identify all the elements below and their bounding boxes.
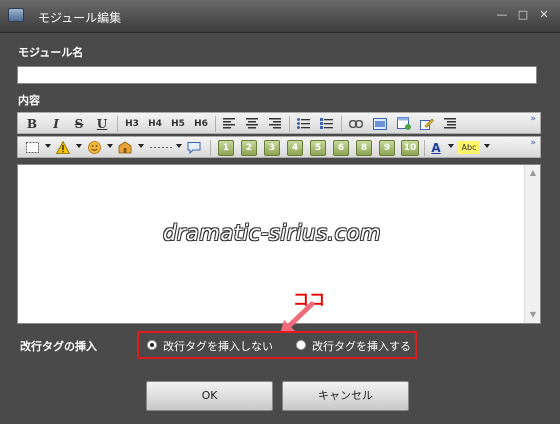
toolbar-divider [117, 116, 118, 132]
numbered-list-icon[interactable] [318, 115, 334, 132]
heading-number-button-5[interactable]: 5 [310, 140, 326, 156]
h6-button[interactable]: H6 [191, 115, 211, 132]
line-break-label: 改行タグの挿入 [20, 340, 97, 353]
highlight-color-icon[interactable]: Abc [458, 141, 480, 154]
font-color-icon[interactable]: A [429, 139, 443, 156]
emoji-icon[interactable] [86, 139, 102, 156]
heading-number-button-10[interactable]: 10 [401, 140, 419, 156]
heading-number-button-6[interactable]: 6 [333, 140, 349, 156]
h3-button[interactable]: H3 [122, 115, 142, 132]
editor-scrollbar[interactable]: ▲ ▼ [524, 165, 540, 323]
edit-pencil-icon[interactable] [418, 115, 436, 132]
toolbar-overflow-chevron-icon[interactable]: » [530, 138, 536, 148]
border-box-icon[interactable] [24, 139, 40, 156]
bold-button[interactable]: B [24, 115, 40, 132]
title-bar: モジュール編集 — □ ✕ [0, 0, 560, 33]
toolbar-overflow-chevron-icon[interactable]: » [530, 114, 536, 124]
editor-toolbar-row-2: 1 2 3 4 5 6 8 9 10 A Abc » [17, 136, 541, 158]
content-label: 内容 [18, 94, 40, 107]
align-right-icon[interactable] [267, 115, 283, 132]
watermark-text: dramatic-sirius.com [163, 221, 381, 245]
insert-table-icon[interactable] [395, 115, 413, 132]
image-icon[interactable] [371, 115, 389, 132]
heading-number-button-9[interactable]: 9 [379, 140, 395, 156]
horizontal-rule-icon[interactable] [148, 139, 174, 156]
building-icon[interactable] [117, 139, 133, 156]
chevron-down-icon[interactable] [45, 144, 51, 148]
heading-number-button-4[interactable]: 4 [287, 140, 303, 156]
chevron-down-icon[interactable] [484, 144, 490, 148]
speech-bubble-icon[interactable] [186, 139, 202, 156]
line-break-radio-group: 改行タグを挿入しない 改行タグを挿入する [137, 331, 417, 359]
underline-button[interactable]: U [94, 115, 110, 132]
align-left-icon[interactable] [221, 115, 237, 132]
maximize-button[interactable]: □ [517, 9, 529, 21]
close-button[interactable]: ✕ [538, 9, 550, 21]
scroll-down-icon[interactable]: ▼ [525, 309, 541, 321]
module-name-label: モジュール名 [18, 46, 84, 59]
radio-no-line-break-label[interactable]: 改行タグを挿入しない [163, 338, 273, 354]
heading-number-button-1[interactable]: 1 [218, 140, 234, 156]
toolbar-divider [215, 116, 216, 132]
radio-insert-line-break-label[interactable]: 改行タグを挿入する [312, 338, 411, 354]
h5-button[interactable]: H5 [168, 115, 188, 132]
app-icon [8, 8, 24, 22]
window-title: モジュール編集 [38, 11, 122, 25]
toolbar-divider [289, 116, 290, 132]
heading-number-button-2[interactable]: 2 [241, 140, 257, 156]
align-center-icon[interactable] [244, 115, 260, 132]
bullet-list-icon[interactable] [295, 115, 311, 132]
radio-no-line-break[interactable] [147, 340, 157, 350]
italic-button[interactable]: I [48, 115, 64, 132]
chevron-down-icon[interactable] [176, 144, 182, 148]
warning-icon[interactable] [55, 139, 71, 156]
minimize-button[interactable]: — [496, 9, 508, 21]
radio-insert-line-break[interactable] [296, 340, 306, 350]
strikethrough-button[interactable]: S [71, 115, 87, 132]
toolbar-divider [341, 116, 342, 132]
ok-button[interactable]: OK [146, 381, 273, 411]
link-icon[interactable] [347, 115, 365, 132]
module-name-input[interactable] [17, 66, 537, 84]
toolbar-divider [424, 140, 425, 156]
chevron-down-icon[interactable] [76, 144, 82, 148]
chevron-down-icon[interactable] [107, 144, 113, 148]
scroll-up-icon[interactable]: ▲ [525, 167, 541, 179]
heading-number-button-8[interactable]: 8 [356, 140, 372, 156]
heading-number-button-3[interactable]: 3 [264, 140, 280, 156]
paragraph-format-icon[interactable] [442, 115, 458, 132]
toolbar-divider [210, 140, 211, 156]
cancel-button[interactable]: キャンセル [282, 381, 409, 411]
h4-button[interactable]: H4 [145, 115, 165, 132]
chevron-down-icon[interactable] [138, 144, 144, 148]
editor-toolbar-row-1: B I S U H3 H4 H5 H6 » [17, 112, 541, 134]
chevron-down-icon[interactable] [448, 144, 454, 148]
